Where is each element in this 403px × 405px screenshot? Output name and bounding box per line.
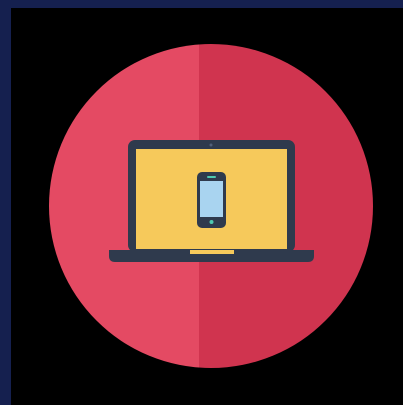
phone-screen bbox=[200, 181, 223, 217]
laptop-trackpad bbox=[190, 250, 234, 254]
phone-home-button bbox=[209, 220, 214, 224]
phone-speaker bbox=[207, 176, 216, 178]
laptop-camera bbox=[209, 143, 213, 147]
smartphone-icon bbox=[197, 172, 226, 228]
laptop-with-smartphone-icon bbox=[49, 44, 373, 368]
